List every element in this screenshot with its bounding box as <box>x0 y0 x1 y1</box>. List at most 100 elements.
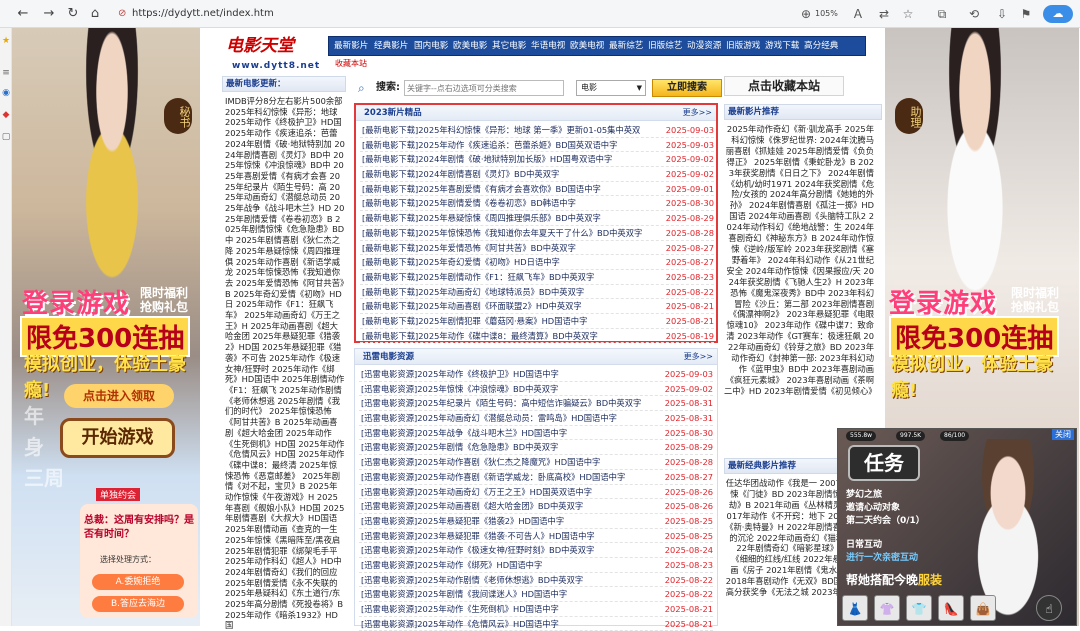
bookmark-site-button[interactable]: 点击收藏本站 <box>724 76 844 96</box>
list-item[interactable]: [迅雷电影资源]2025年动作喜剧《狄仁杰之降魔咒》HD国语中字 2025-08-… <box>359 455 713 470</box>
item-title[interactable]: [迅雷电影资源]2025年战争《战斗吧木兰》HD国语中字 <box>361 426 657 441</box>
item-title[interactable]: [最新电影下载]2025年剧情爱情《卷卷初恋》BD韩语中字 <box>362 196 658 211</box>
home-icon[interactable]: ⌂ <box>86 5 104 23</box>
nav-item[interactable]: 华语电视 <box>531 37 565 55</box>
ad-start-game-button[interactable]: 开始游戏 <box>60 418 175 458</box>
list-item[interactable]: [最新电影下载]2025年科幻惊悚《异形：地球 第一季》更新01-05集中英双 2… <box>360 123 714 138</box>
nav-item[interactable]: 欧美电影 <box>453 37 487 55</box>
list-item[interactable]: [迅雷电影资源]2025年动作喜剧《新语学威龙：卧底高校》HD国语中字 2025-… <box>359 470 713 485</box>
item-title[interactable]: [最新电影下载]2025年悬疑惊悚《周四推理俱乐部》BD中英双字 <box>362 211 658 226</box>
item-title[interactable]: [最新电影下载]2025年剧情动作《F1：狂飙飞车》BD中英双字 <box>362 270 658 285</box>
nav-item[interactable]: 其它电影 <box>492 37 526 55</box>
list-item[interactable]: [迅雷电影资源]2025年惊悚《冲浪惊魂》BD中英双字 2025-09-02 <box>359 382 713 397</box>
nav-item[interactable]: 欧美电视 <box>570 37 604 55</box>
list-item[interactable]: [最新电影下载]2024年剧情《破·地狱特别加长版》HD国粤双语中字 2025-0… <box>360 152 714 168</box>
profile-icon[interactable]: ⚑ <box>1018 5 1034 23</box>
nav-item[interactable]: 游戏下载 <box>765 37 799 55</box>
list-item[interactable]: [迅雷电影资源]2025年动画喜剧《超大哈金团》BD中英双字 2025-08-26 <box>359 499 713 514</box>
list-item[interactable]: [迅雷电影资源]2023年悬疑犯罪《猎袭·不可告人》HD国语中字 2025-08-… <box>359 529 713 544</box>
item-title[interactable]: [迅雷电影资源]2025年动作喜剧《新语学威龙：卧底高校》HD国语中字 <box>361 470 657 485</box>
back-icon[interactable]: ← <box>14 5 32 23</box>
item-title[interactable]: [最新电影下载]2025年动画奇幻《地球特派员》BD中英双字 <box>362 285 658 300</box>
menu-icon[interactable]: ≡ <box>0 68 12 78</box>
list-item[interactable]: [迅雷电影资源]2025年动画奇幻《万王之王》HD国英双语中字 2025-08-2… <box>359 485 713 500</box>
search-category-select[interactable]: 电影 ▼ <box>576 80 646 96</box>
item-title[interactable]: [迅雷电影资源]2025年剧情《我间谍迷人》HD国语中字 <box>361 587 657 602</box>
ad-option-a[interactable]: A.委婉拒绝 <box>92 574 184 590</box>
nav-item[interactable]: 经典影片 <box>374 37 408 55</box>
list-item[interactable]: [最新电影下载]2025年动画喜剧《环面联盟2》HD中英双字 2025-08-21 <box>360 299 714 314</box>
list-item[interactable]: [最新电影下载]2025年惊悚恐怖《我知道你去年夏天干了什么》BD中英双字 202… <box>360 226 714 241</box>
nav-item[interactable]: 最新综艺 <box>609 37 643 55</box>
thunder-resources-more-link[interactable]: 更多>> <box>684 349 713 365</box>
item-title[interactable]: [最新电影下载]2024年剧情《破·地狱特别加长版》HD国粤双语中字 <box>362 152 658 167</box>
item-title[interactable]: [最新电影下载]2025年喜剧爱情《有病才会喜欢你》BD国语中字 <box>362 182 658 197</box>
left-ad-banner[interactable]: 秘书 登录游戏 限时福利抢购礼包 限免300连抽 模拟创业，体验土豪瘾! 点击进… <box>12 28 202 626</box>
item-title[interactable]: [最新电影下载]2025年动作《碟中谍8：最终清算》BD中英双字 <box>362 329 658 344</box>
item-title[interactable]: [迅雷电影资源]2025年动作《极速女神/狂野时刻》BD中英双字 <box>361 543 657 558</box>
list-item[interactable]: [迅雷电影资源]2025年动作《绑死》HD国语中字 2025-08-23 <box>359 558 713 573</box>
outfit-dress-icon[interactable]: 👗 <box>842 595 868 621</box>
item-title[interactable]: [最新电影下载]2025年惊悚恐怖《我知道你去年夏天干了什么》BD中英双字 <box>362 226 658 241</box>
item-title[interactable]: [迅雷电影资源]2025年悬疑犯罪《猎袭2》HD国语中字 <box>361 514 657 529</box>
app-side-icon[interactable]: ◆ <box>0 110 12 120</box>
item-title[interactable]: [迅雷电影资源]2023年悬疑犯罪《猎袭·不可告人》HD国语中字 <box>361 529 657 544</box>
forward-icon[interactable]: → <box>40 5 58 23</box>
ad-enter-button[interactable]: 点击进入领取 <box>64 384 174 408</box>
list-item[interactable]: [最新电影下载]2025年悬疑惊悚《周四推理俱乐部》BD中英双字 2025-08-… <box>360 211 714 226</box>
reload-icon[interactable]: ↻ <box>64 5 82 23</box>
list-item[interactable]: [最新电影下载]2025年剧情动作《F1：狂飙飞车》BD中英双字 2025-08-… <box>360 270 714 285</box>
recommend-list[interactable]: 2025年动作奇幻《新·驯龙高手 2025年科幻惊悚《侏罗纪世界: 2024年沈… <box>724 124 877 397</box>
list-item[interactable]: [最新电影下载]2025年动作《碟中谍8：最终清算》BD中英双字 2025-08-… <box>360 329 714 344</box>
item-title[interactable]: [迅雷电影资源]2025年动画奇幻《万王之王》HD国英双语中字 <box>361 485 657 500</box>
item-title[interactable]: [迅雷电影资源]2025年动画奇幻《潜艇总动员：雷鸣岛》HD国语中字 <box>361 411 657 426</box>
list-item[interactable]: [最新电影下载]2024年剧情喜剧《灵灯》BD中英双字 2025-09-02 <box>360 167 714 182</box>
item-title[interactable]: [迅雷电影资源]2025年惊悚《冲浪惊魂》BD中英双字 <box>361 382 657 397</box>
address-bar[interactable]: ⊘ https://dydytt.net/index.htm <box>112 4 912 24</box>
favorite-icon[interactable]: ☆ <box>900 5 916 23</box>
star-icon[interactable]: ★ <box>0 36 12 46</box>
outfit-shoe-icon[interactable]: 👠 <box>938 595 964 621</box>
list-item[interactable]: [迅雷电影资源]2025年剧情《危急隐患》BD中英双字 2025-08-29 <box>359 440 713 456</box>
outfit-bag-icon[interactable]: 👜 <box>970 595 996 621</box>
nav-item[interactable]: 最新影片 <box>334 37 368 55</box>
item-title[interactable]: [迅雷电影资源]2025年动作《绑死》HD国语中字 <box>361 558 657 573</box>
item-title[interactable]: [迅雷电影资源]2025年动作剧情《老师休想逃》BD中英双字 <box>361 573 657 588</box>
item-title[interactable]: [最新电影下载]2025年奇幻爱情《初吻》HD日语中字 <box>362 255 658 270</box>
nav-item[interactable]: 国内电影 <box>414 37 448 55</box>
list-item[interactable]: [迅雷电影资源]2025年动作《极速女神/狂野时刻》BD中英双字 2025-08-… <box>359 543 713 558</box>
item-title[interactable]: [迅雷电影资源]2025年动作喜剧《狄仁杰之降魔咒》HD国语中字 <box>361 455 657 470</box>
search-input[interactable] <box>404 80 564 96</box>
extensions-icon[interactable]: ⧉ <box>934 5 950 23</box>
outfit-top-icon[interactable]: 👚 <box>874 595 900 621</box>
list-item[interactable]: [最新电影下载]2025年动作《疾速追杀：芭蕾杀姬》BD国英双语中字 2025-0… <box>360 138 714 153</box>
search-side-icon[interactable]: ◉ <box>0 88 12 98</box>
left-update-list[interactable]: IMDB评分8分左右影片500余部 2025年科幻惊悚《异形：地球 2025年动… <box>225 96 345 631</box>
not-secure-icon[interactable]: ⊘ <box>118 4 126 24</box>
item-title[interactable]: [最新电影下载]2025年剧情犯罪《蘑菇冈·悬案》HD国语中字 <box>362 314 658 329</box>
list-item[interactable]: [迅雷电影资源]2025年动作剧情《老师休想逃》BD中英双字 2025-08-22 <box>359 573 713 588</box>
task-button[interactable]: 任务 <box>848 445 920 481</box>
item-title[interactable]: [迅雷电影资源]2025年剧情《危急隐患》BD中英双字 <box>361 440 657 455</box>
list-item[interactable]: [迅雷电影资源]2025年动作《生死倒机》HD国语中字 2025-08-21 <box>359 602 713 617</box>
item-title[interactable]: [最新电影下载]2025年动作《疾速追杀：芭蕾杀姬》BD国英双语中字 <box>362 138 658 153</box>
list-item[interactable]: [最新电影下载]2025年奇幻爱情《初吻》HD日语中字 2025-08-27 <box>360 255 714 270</box>
list-item[interactable]: [迅雷电影资源]2025年纪录片《陌生号码：高中短信诈骗疑云》BD中英双字 202… <box>359 396 713 412</box>
nav-item[interactable]: 旧版综艺 <box>648 37 682 55</box>
translate-icon[interactable]: ⇄ <box>876 5 892 23</box>
list-item[interactable]: [最新电影下载]2025年爱情恐怖《阿甘共苦》BD中英双字 2025-08-27 <box>360 241 714 256</box>
list-item[interactable]: [迅雷电影资源]2025年动作《终极护卫》HD国语中字 2025-09-03 <box>359 367 713 382</box>
bookmark-link[interactable]: 收藏本站 <box>335 58 367 69</box>
item-title[interactable]: [最新电影下载]2025年科幻惊悚《异形：地球 第一季》更新01-05集中英双 <box>362 123 658 138</box>
nav-item[interactable]: 高分经典 <box>804 37 838 55</box>
download-icon[interactable]: ⇩ <box>994 5 1010 23</box>
item-title[interactable]: [迅雷电影资源]2025年动作《危情风云》HD国语中字 <box>361 617 657 631</box>
floating-game-ad[interactable]: 555.8w 997.5K 86/100 关闭 任务 梦幻之旅 邀请心动对象 第… <box>837 428 1077 626</box>
list-item[interactable]: [迅雷电影资源]2025年动作《危情风云》HD国语中字 2025-08-21 <box>359 617 713 631</box>
ad-chatbox[interactable]: 总裁：这周有安排吗？是否有时间？ 选择处理方式： A.委婉拒绝 B.答应去海边 <box>80 504 198 618</box>
ad-option-b[interactable]: B.答应去海边 <box>92 596 184 612</box>
cloud-toggle[interactable]: ☁ <box>1043 5 1073 23</box>
list-item[interactable]: [迅雷电影资源]2025年剧情《我间谍迷人》HD国语中字 2025-08-22 <box>359 587 713 602</box>
reader-icon[interactable]: Ａ <box>850 5 866 23</box>
list-item[interactable]: [最新电影下载]2025年喜剧爱情《有病才会喜欢你》BD国语中字 2025-09-… <box>360 182 714 197</box>
